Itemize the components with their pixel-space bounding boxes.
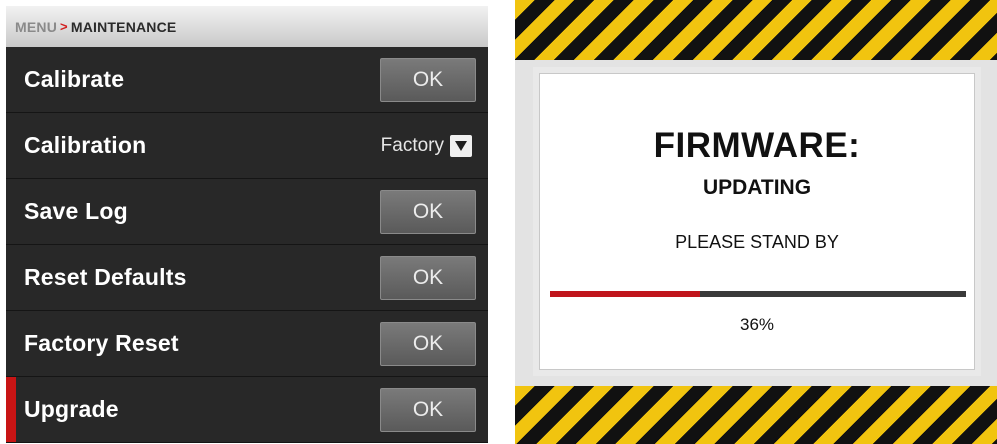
hazard-stripe-top (515, 0, 997, 60)
menu-row-calibration: Calibration Factory (6, 113, 488, 179)
firmware-progress-bar (550, 291, 966, 297)
menu-row-calibrate: Calibrate OK (6, 47, 488, 113)
factory-reset-ok-button[interactable]: OK (380, 321, 476, 366)
menu-row-label: Save Log (24, 198, 128, 224)
menu-row-label: Calibration (24, 132, 147, 158)
firmware-progress-label: 36% (739, 315, 775, 334)
menu-row-factory-reset: Factory Reset OK (6, 311, 488, 377)
menu-row-label: Reset Defaults (24, 264, 187, 290)
breadcrumb-current: MAINTENANCE (70, 18, 177, 35)
calibration-dropdown-value: Factory (380, 134, 444, 156)
active-row-marker (6, 377, 16, 442)
menu-row-reset-defaults: Reset Defaults OK (6, 245, 488, 311)
calibrate-ok-button[interactable]: OK (380, 57, 476, 102)
upgrade-ok-button[interactable]: OK (380, 387, 476, 432)
breadcrumb-menu-link[interactable]: MENU (15, 19, 57, 35)
reset-defaults-ok-button[interactable]: OK (380, 255, 476, 300)
firmware-progress-fill (550, 291, 700, 297)
firmware-status-card: FIRMWARE: UPDATING PLEASE STAND BY 36% (539, 73, 975, 370)
breadcrumb-separator: > (60, 19, 68, 34)
save-log-ok-button[interactable]: OK (380, 189, 476, 234)
chevron-down-icon[interactable] (450, 134, 472, 157)
firmware-update-panel: FIRMWARE: UPDATING PLEASE STAND BY 36% (515, 0, 997, 444)
breadcrumb: MENU > MAINTENANCE (6, 6, 488, 47)
firmware-title: FIRMWARE: (653, 126, 861, 165)
maintenance-menu-panel: MENU > MAINTENANCE Calibrate OK Calibrat… (6, 6, 488, 443)
menu-row-save-log: Save Log OK (6, 179, 488, 245)
firmware-status: UPDATING (702, 176, 812, 199)
menu-row-label: Calibrate (24, 66, 125, 92)
menu-row-label: Upgrade (24, 396, 119, 422)
hazard-stripe-bottom (515, 386, 997, 444)
calibration-dropdown[interactable]: Factory (380, 134, 472, 157)
menu-row-label: Factory Reset (24, 330, 179, 356)
menu-row-upgrade: Upgrade OK (6, 377, 488, 443)
firmware-message: PLEASE STAND BY (675, 232, 839, 252)
